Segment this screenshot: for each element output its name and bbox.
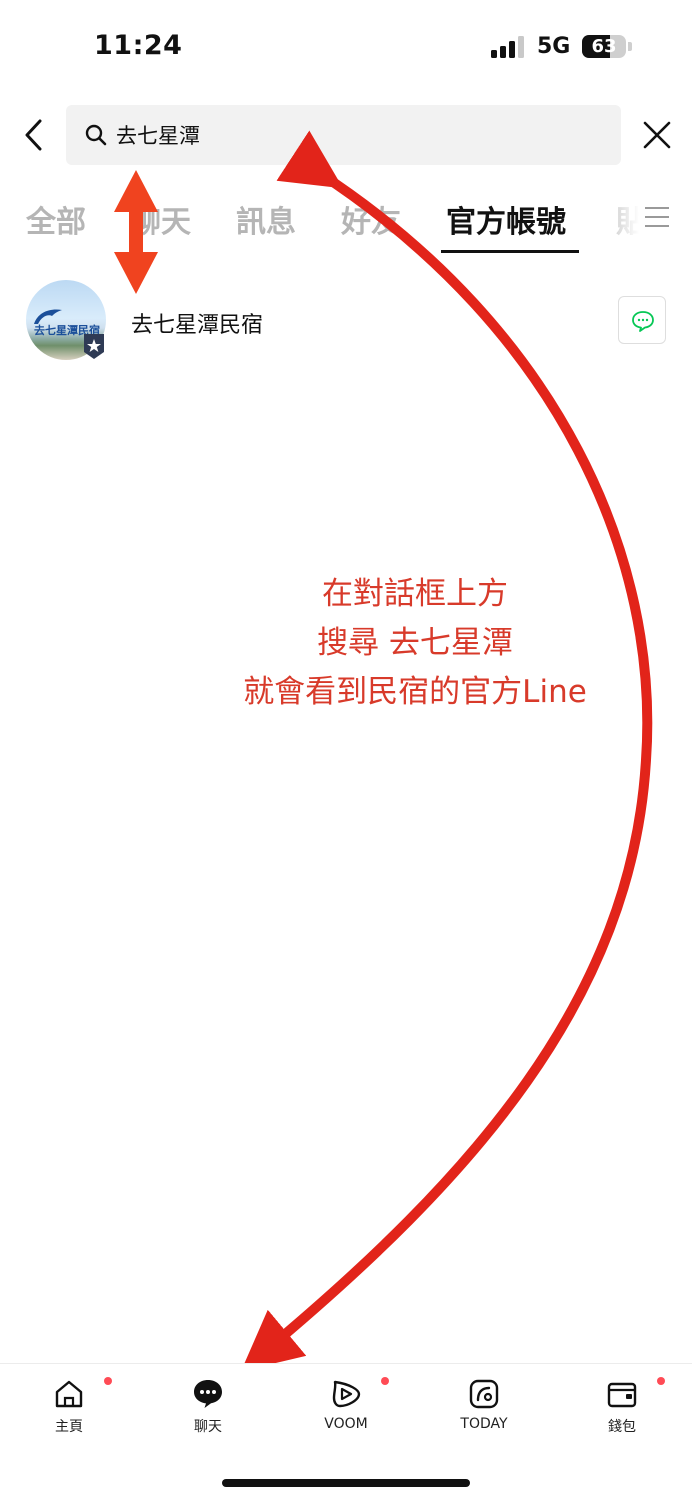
nav-home[interactable]: 主頁 [19,1364,119,1454]
voom-icon [332,1380,361,1408]
notification-dot [381,1377,389,1385]
nav-voom[interactable]: VOOM [296,1364,396,1454]
notification-dot [657,1377,665,1385]
network-type: 5G [537,34,571,59]
home-indicator[interactable] [222,1479,470,1487]
bottom-nav: 主頁 聊天 VOOM TODAY 錢包 [0,1363,692,1453]
battery-icon: 63 [582,35,626,58]
search-input[interactable] [116,105,596,165]
nav-label: VOOM [324,1416,368,1432]
today-icon [469,1379,499,1409]
tab-messages[interactable]: 訊息 [236,197,296,241]
nav-label: 主頁 [55,1419,83,1435]
home-icon [55,1380,83,1408]
active-tab-indicator [441,250,579,253]
back-button[interactable] [18,113,54,157]
tab-official-accounts[interactable]: 官方帳號 [446,197,566,241]
search-box[interactable] [66,105,621,165]
clear-search-button[interactable] [640,118,674,152]
tab-chats[interactable]: 聊天 [131,197,191,241]
search-icon [85,124,107,146]
nav-label: 聊天 [194,1419,222,1435]
nav-wallet[interactable]: 錢包 [572,1364,672,1454]
signal-icon [491,36,525,58]
nav-chats[interactable]: 聊天 [158,1364,258,1454]
result-item[interactable]: 去七星潭民宿 去七星潭民宿 [0,280,692,362]
chevron-left-icon [25,119,42,151]
nav-today[interactable]: TODAY [434,1364,534,1454]
wallet-icon [607,1382,637,1408]
start-chat-button[interactable] [618,296,666,344]
tab-all[interactable]: 全部 [26,197,86,241]
notification-dot [104,1377,112,1385]
battery-percent: 63 [591,36,617,57]
result-name: 去七星潭民宿 [131,313,264,338]
chat-icon [194,1380,222,1408]
nav-label: 錢包 [608,1419,636,1435]
close-icon [643,121,671,149]
search-category-tabs: 全部 聊天 訊息 好友 官方帳號 貼 [0,185,692,255]
annotation-line-1: 在對話框上方 [322,576,508,612]
status-bar: 11:24 5G 63 [0,0,692,90]
annotation-line-3: 就會看到民宿的官方Line [243,674,587,710]
tab-friends[interactable]: 好友 [341,197,401,241]
annotation-line-2: 搜尋 去七星潭 [317,625,513,661]
chat-bubble-icon [632,311,654,332]
tab-menu-icon[interactable] [644,206,670,228]
battery-nub [628,42,632,51]
annotation-text: 在對話框上方 搜尋 去七星潭 就會看到民宿的官方Line [210,570,620,717]
status-time: 11:24 [94,30,183,61]
star-badge-icon [84,334,104,359]
nav-label: TODAY [460,1416,508,1432]
